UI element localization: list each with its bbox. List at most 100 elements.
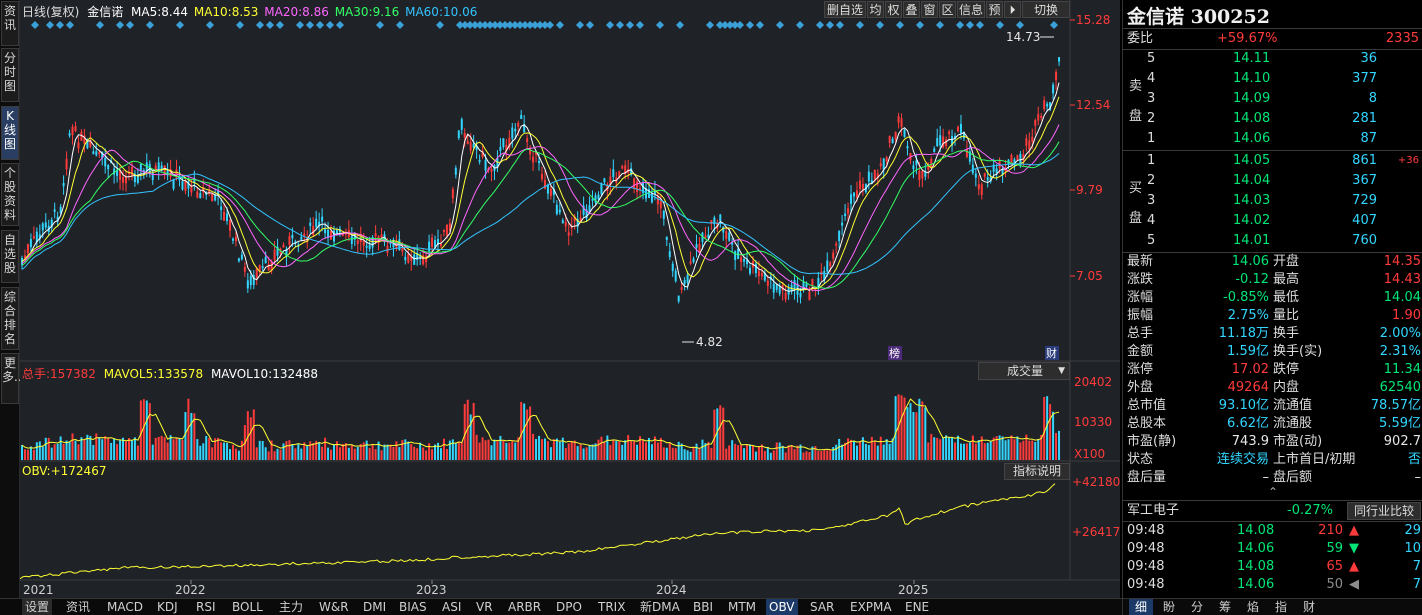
volume-bar (853, 441, 855, 460)
volume-bar (820, 451, 823, 460)
volume-bar (285, 441, 288, 460)
volume-bar (442, 438, 445, 460)
nav-item-5[interactable]: 综合排名 (1, 287, 19, 350)
signal-diamond (126, 21, 134, 29)
quote-value: 14.43 (1383, 272, 1421, 287)
volume-bar (677, 441, 680, 460)
candle-body (246, 280, 249, 289)
buy-level-row[interactable]: 5 14.01 760 (1147, 232, 1421, 250)
volume-bar (481, 437, 484, 460)
indicator-tab-4[interactable]: RSI (196, 599, 216, 615)
candle-body (719, 214, 722, 221)
chart-area[interactable]: 日线(复权) 金信诺 MA5:8.44 MA10:8.53 MA20:8.86 … (20, 0, 1120, 598)
volume-bar (104, 436, 107, 460)
detail-tab-1[interactable]: 盼 (1157, 599, 1181, 615)
sell-level-row[interactable]: 5 14.11 36 (1147, 50, 1417, 68)
quote-row: 涨跌 -0.12 最高 14.43 (1127, 271, 1421, 289)
indicator-tab-14[interactable]: TRIX (598, 599, 625, 615)
nav-item-0[interactable]: 资讯 (1, 1, 19, 46)
sell-level-row[interactable]: 2 14.08 281 (1147, 110, 1417, 128)
volume-bar (32, 449, 35, 460)
volume-bar (683, 449, 686, 460)
buy-level-row[interactable]: 2 14.04 367 (1147, 172, 1421, 190)
volume-bar (324, 437, 327, 460)
candle-body (374, 233, 377, 237)
volume-bar (775, 442, 778, 460)
indicator-tab-12[interactable]: ARBR (508, 599, 541, 615)
signal-diamond (31, 21, 39, 29)
sell-level-row[interactable]: 3 14.09 8 (1147, 90, 1417, 108)
buy-level-row[interactable]: 1 14.05 861 +36 (1147, 152, 1421, 170)
indicator-tab-3[interactable]: KDJ (157, 599, 178, 615)
indicator-tab-11[interactable]: VR (476, 599, 493, 615)
kline-chart[interactable]: 15.28 12.54 9.79 7.05 20402 10330 X100 +421808 +… (20, 0, 1120, 598)
buy-level: 1 (1147, 153, 1156, 168)
indicator-tab-19[interactable]: SAR (810, 599, 834, 615)
candle-body (621, 165, 624, 169)
candle-body (139, 163, 142, 171)
buy-level-row[interactable]: 4 14.02 407 (1147, 212, 1421, 230)
indicator-tab-15[interactable]: 新DMA (640, 599, 680, 615)
indicator-tab-13[interactable]: DPO (556, 599, 582, 615)
indicator-tab-1[interactable]: 资讯 (66, 599, 90, 615)
indicator-tab-17[interactable]: MTM (728, 599, 756, 615)
volume-dropdown[interactable]: 成交量 ▼ (978, 362, 1070, 380)
detail-tab-2[interactable]: 分 (1185, 599, 1209, 615)
buy-price: 14.02 (1233, 213, 1271, 228)
candle-body (356, 240, 359, 245)
volume-bar (743, 448, 746, 460)
indicator-help-button[interactable]: 指标说明 (1004, 463, 1070, 480)
nav-item-4[interactable]: 自选股 (1, 230, 19, 283)
nav-item-6[interactable]: 更多.. (1, 353, 22, 404)
indicator-tab-5[interactable]: BOLL (232, 599, 263, 615)
detail-tab-5[interactable]: 指 (1269, 599, 1293, 615)
volume-bar (558, 441, 561, 460)
indicator-tab-2[interactable]: MACD (107, 599, 143, 615)
volume-bar (573, 440, 576, 460)
volume-bar (499, 435, 502, 460)
quote-row: 总股本 6.62亿 流通股 5.59亿 (1127, 415, 1421, 433)
candle-body (766, 280, 769, 286)
sell-level-row[interactable]: 1 14.06 87 (1147, 130, 1417, 148)
nav-item-3[interactable]: 个股资料 (1, 163, 19, 226)
signal-diamond (266, 21, 274, 29)
indicator-tab-0[interactable]: 设置 (22, 599, 53, 615)
volume-bar (915, 412, 918, 460)
volume-bar (133, 437, 136, 460)
quote-value: 62540 (1379, 380, 1421, 395)
quote-label: 外盘 (1127, 380, 1154, 395)
detail-tab-0[interactable]: 细 (1129, 599, 1153, 615)
buy-level-row[interactable]: 3 14.03 729 (1147, 192, 1421, 210)
volume-bar (954, 442, 957, 460)
chevron-up-icon[interactable]: ⌃ (1268, 485, 1278, 499)
indicator-tab-18[interactable]: OBV (766, 599, 798, 615)
indicator-tab-8[interactable]: DMI (363, 599, 386, 615)
price-axis-label: 9.79 (1076, 183, 1103, 197)
sector-row[interactable]: 军工电子 -0.27% 同行业比较 (1127, 502, 1421, 520)
volume-bar (151, 444, 154, 460)
detail-tab-3[interactable]: 筹 (1213, 599, 1237, 615)
candle-body (772, 283, 775, 293)
quote-row: 总手 11.18万 换手 2.00% (1127, 325, 1421, 343)
indicator-tab-20[interactable]: EXPMA (850, 599, 892, 615)
volume-bar (710, 447, 713, 460)
nav-item-1[interactable]: 分时图 (1, 48, 19, 102)
peer-compare-button[interactable]: 同行业比较 (1347, 502, 1421, 520)
obv-label: OBV: (22, 464, 51, 478)
left-nav: 资讯分时图 K线图个股资料自选股综合排名更多.. (0, 0, 22, 598)
candle-body (784, 292, 787, 300)
indicator-tab-21[interactable]: ENE (905, 599, 929, 615)
nav-item-2[interactable]: K线图 (1, 106, 19, 160)
volume-label: 总手: (22, 367, 51, 381)
indicator-tab-6[interactable]: 主力 (279, 599, 303, 615)
detail-tab-4[interactable]: 焰 (1241, 599, 1265, 615)
indicator-tab-9[interactable]: BIAS (399, 599, 427, 615)
sell-level-row[interactable]: 4 14.10 377 (1147, 70, 1417, 88)
volume-bar (178, 438, 181, 460)
indicator-tab-10[interactable]: ASI (442, 599, 461, 615)
detail-tab-6[interactable]: 财 (1297, 599, 1321, 615)
indicator-tab-7[interactable]: W&R (319, 599, 349, 615)
volume-bar (793, 449, 796, 460)
quote-label: 量比 (1273, 308, 1300, 323)
indicator-tab-16[interactable]: BBI (693, 599, 713, 615)
